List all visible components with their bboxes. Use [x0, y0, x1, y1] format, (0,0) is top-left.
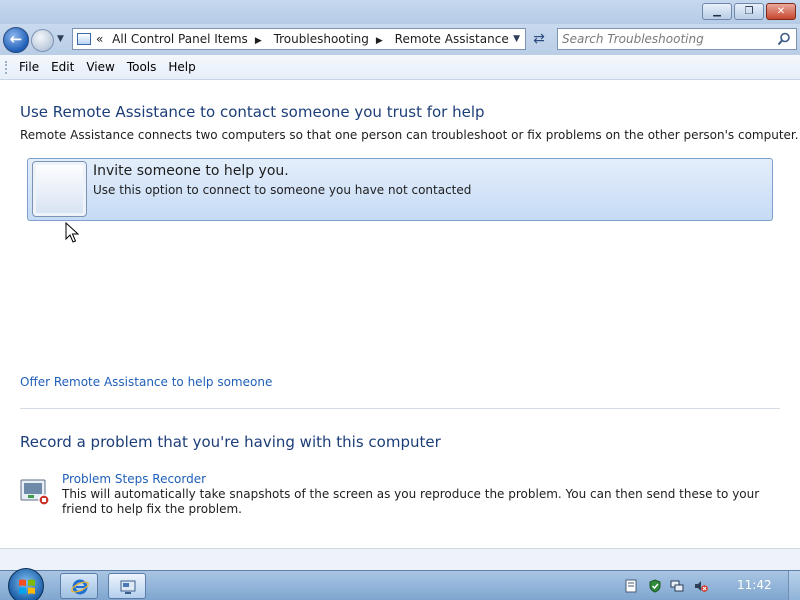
- windows-logo-icon: [19, 579, 35, 594]
- search-icon[interactable]: [777, 32, 791, 46]
- invite-icon: [32, 161, 87, 217]
- address-dropdown[interactable]: ▼: [513, 34, 520, 44]
- breadcrumb-separator-icon[interactable]: ▶: [255, 36, 262, 46]
- search-box: [557, 28, 797, 50]
- menu-tools[interactable]: Tools: [127, 60, 157, 74]
- window-controls: ▁ ❐ ✕: [702, 3, 796, 20]
- back-button[interactable]: ←: [3, 27, 29, 53]
- breadcrumb-separator-icon[interactable]: ▶: [376, 36, 383, 46]
- menu-edit[interactable]: Edit: [51, 60, 74, 74]
- address-bar[interactable]: « All Control Panel Items ▶ Troubleshooti…: [72, 28, 526, 50]
- close-icon: ✕: [776, 6, 786, 17]
- problem-steps-recorder-icon: [20, 479, 50, 506]
- network-icon[interactable]: [670, 579, 684, 593]
- navigation-bar: ← ▼ « All Control Panel Items ▶ Troublesh…: [0, 24, 800, 55]
- minimize-icon: ▁: [713, 6, 721, 17]
- page-description: Remote Assistance connects two computers…: [20, 128, 799, 142]
- taskbar-internet-explorer[interactable]: [60, 573, 98, 599]
- breadcrumb-remote-assistance[interactable]: Remote Assistance: [395, 32, 509, 46]
- minimize-button[interactable]: ▁: [702, 3, 732, 20]
- problem-steps-recorder-link[interactable]: Problem Steps Recorder: [62, 472, 206, 486]
- breadcrumb-troubleshooting[interactable]: Troubleshooting: [274, 32, 369, 46]
- show-desktop-button[interactable]: [788, 571, 800, 600]
- section-divider: [20, 408, 780, 409]
- remote-assistance-icon: [120, 580, 136, 594]
- close-button[interactable]: ✕: [766, 3, 796, 20]
- taskbar-remote-assistance[interactable]: [108, 573, 146, 599]
- shield-check-icon[interactable]: [648, 579, 662, 593]
- breadcrumb: « All Control Panel Items ▶ Troubleshooti…: [96, 32, 514, 46]
- taskbar: [0, 568, 800, 600]
- control-panel-icon: [77, 33, 91, 45]
- offer-remote-assistance-link[interactable]: Offer Remote Assistance to help someone: [20, 375, 272, 389]
- mouse-cursor-icon: [65, 222, 79, 243]
- problem-steps-recorder-description: This will automatically take snapshots o…: [62, 487, 760, 516]
- recent-pages-dropdown[interactable]: ▼: [57, 34, 64, 44]
- status-strip: [0, 548, 800, 570]
- search-input[interactable]: [562, 31, 772, 47]
- invite-subtitle: Use this option to connect to someone yo…: [93, 183, 472, 197]
- record-problem-heading: Record a problem that you're having with…: [20, 433, 441, 451]
- forward-button[interactable]: [31, 29, 54, 52]
- title-bar: ▁ ❐ ✕: [0, 0, 800, 24]
- refresh-icon: ⇄: [533, 31, 545, 47]
- refresh-button[interactable]: ⇄: [528, 28, 550, 50]
- system-tray: [614, 571, 800, 600]
- back-arrow-icon: ←: [9, 30, 23, 48]
- menu: File Edit View Tools Help: [13, 60, 202, 74]
- clock[interactable]: 11:42: [737, 578, 772, 592]
- chevron-down-icon: ▼: [513, 34, 520, 44]
- breadcrumb-overflow[interactable]: «: [96, 32, 103, 46]
- menu-file[interactable]: File: [19, 60, 39, 74]
- page-title: Use Remote Assistance to contact someone…: [20, 103, 485, 121]
- internet-explorer-icon: [71, 579, 89, 595]
- invite-someone-option[interactable]: Invite someone to help you. Use this opt…: [27, 158, 773, 221]
- start-button[interactable]: [8, 568, 44, 600]
- restore-icon: ❐: [744, 6, 754, 17]
- volume-muted-icon[interactable]: [694, 579, 708, 593]
- content-pane: Use Remote Assistance to contact someone…: [0, 80, 800, 548]
- menu-view[interactable]: View: [86, 60, 114, 74]
- maximize-button[interactable]: ❐: [734, 3, 764, 20]
- document-icon[interactable]: [624, 579, 638, 593]
- menu-grip: [5, 61, 8, 74]
- chevron-down-icon: ▼: [57, 34, 64, 44]
- menu-help[interactable]: Help: [168, 60, 195, 74]
- invite-title: Invite someone to help you.: [93, 163, 289, 179]
- breadcrumb-all-control-panel-items[interactable]: All Control Panel Items: [112, 32, 248, 46]
- menu-bar: File Edit View Tools Help: [0, 55, 800, 80]
